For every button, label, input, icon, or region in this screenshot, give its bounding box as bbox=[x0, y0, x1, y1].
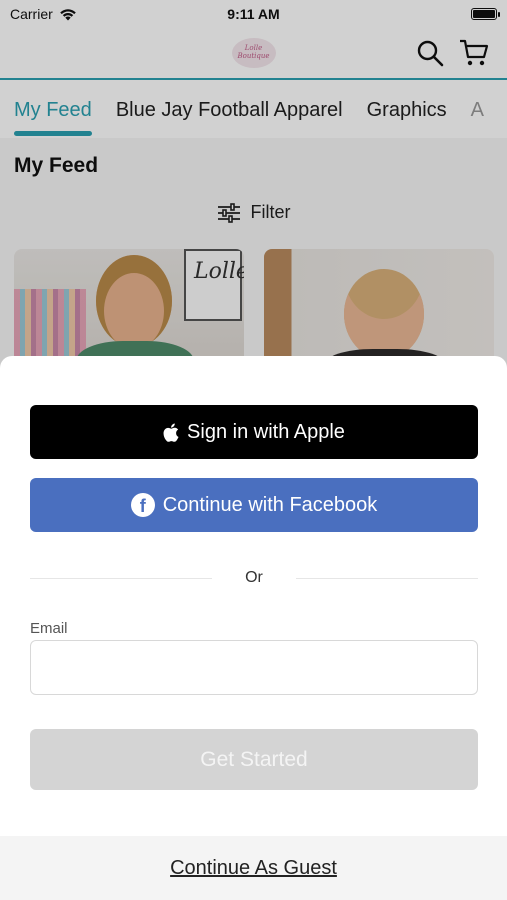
sign-in-with-apple-button[interactable]: Sign in with Apple bbox=[30, 405, 478, 459]
divider-line bbox=[296, 578, 478, 579]
continue-with-facebook-button[interactable]: f Continue with Facebook bbox=[30, 478, 478, 532]
or-divider: Or bbox=[30, 568, 478, 588]
facebook-button-label: Continue with Facebook bbox=[162, 493, 378, 516]
email-label: Email bbox=[30, 620, 68, 637]
apple-button-label: Sign in with Apple bbox=[187, 420, 345, 443]
facebook-icon: f bbox=[130, 493, 155, 517]
apple-icon bbox=[163, 423, 179, 442]
continue-as-guest-link[interactable]: Continue As Guest bbox=[170, 857, 337, 880]
get-started-label: Get Started bbox=[200, 747, 308, 771]
email-field[interactable] bbox=[30, 640, 478, 695]
guest-bar: Continue As Guest bbox=[0, 836, 507, 900]
get-started-button[interactable]: Get Started bbox=[30, 729, 478, 790]
sign-in-sheet: Sign in with Apple f Continue with Faceb… bbox=[0, 356, 507, 900]
